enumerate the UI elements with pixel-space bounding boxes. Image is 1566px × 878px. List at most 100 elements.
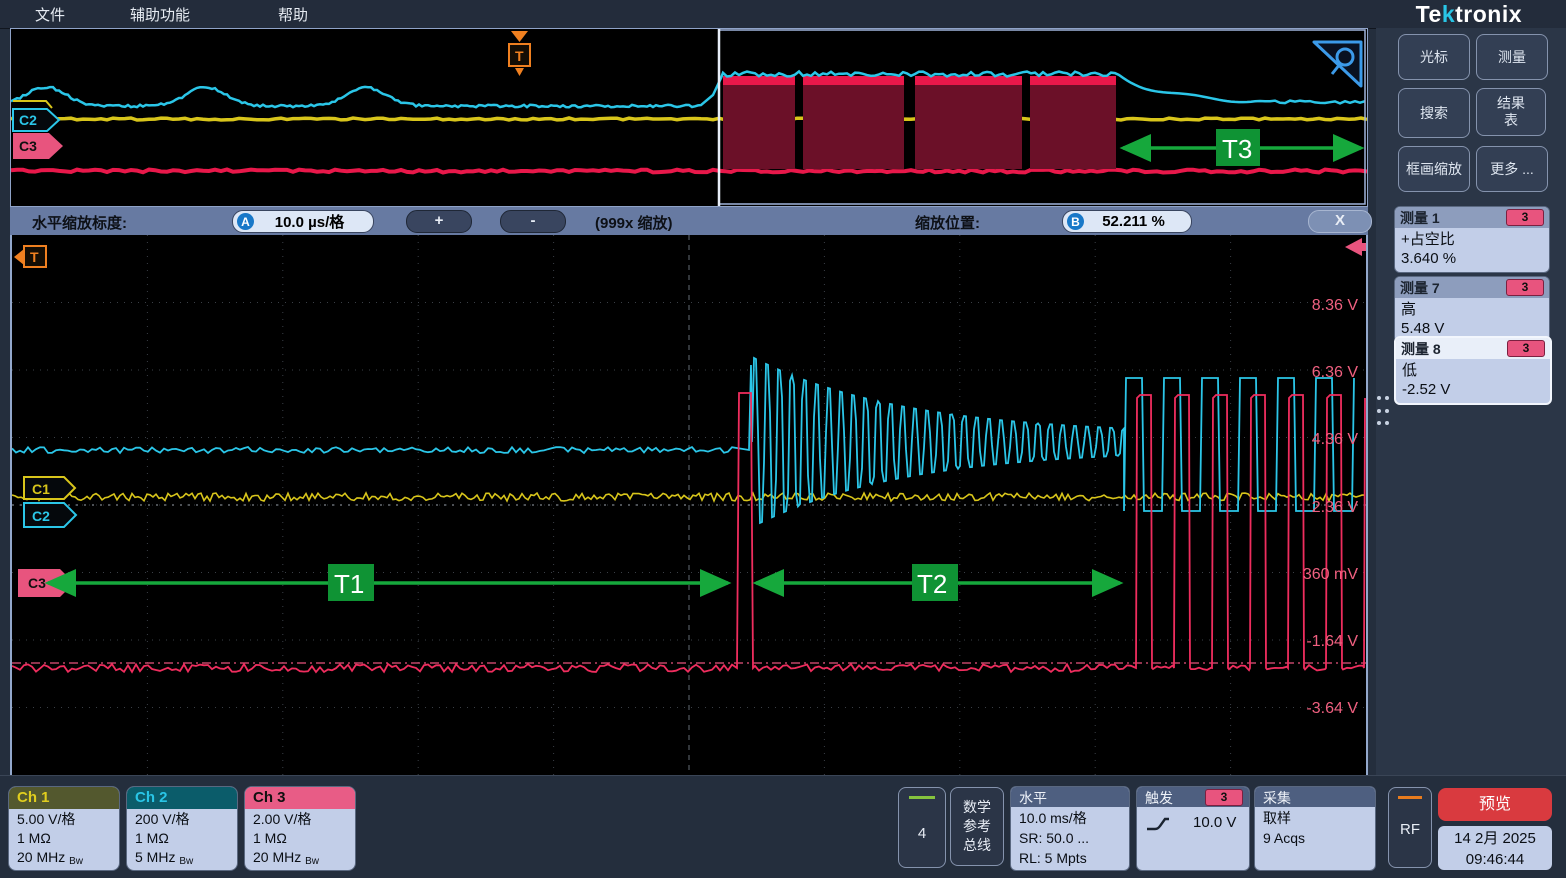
ch1-badge[interactable]: Ch 1 5.00 V/格 1 MΩ 20 MHz Bw <box>8 786 120 871</box>
zoom-out-button[interactable]: - <box>500 210 566 233</box>
ch1-badge-header: Ch 1 <box>9 787 119 809</box>
horizontal-record-length: RL: 5 Mpts <box>1019 848 1129 868</box>
trigger-title: 触发 <box>1145 788 1205 808</box>
date-label: 14 2月 2025 <box>1438 828 1552 849</box>
acquisition-badge-body: 取样 9 Acqs <box>1255 807 1375 848</box>
ch2-badge-body: 200 V/格 1 MΩ 5 MHz Bw <box>127 809 237 871</box>
trigger-position-arrow[interactable] <box>1345 238 1366 256</box>
ch4-badge[interactable]: 4 <box>898 787 946 868</box>
measurement-badge-7[interactable]: 测量 7 3 高 5.48 V <box>1394 276 1550 343</box>
overview-trigger-marker[interactable]: T <box>509 31 530 76</box>
measurement-badge-8[interactable]: 测量 8 3 低 -2.52 V <box>1394 336 1552 405</box>
menu-utility[interactable]: 辅助功能 <box>130 4 190 25</box>
horizontal-sample-rate: SR: 50.0 ... <box>1019 828 1129 848</box>
tektronix-logo: Tektronix <box>1416 1 1522 28</box>
measurement-8-title: 测量 8 <box>1401 339 1507 359</box>
overview-ch1-tag[interactable] <box>13 101 52 108</box>
ch1-scale: 5.00 V/格 <box>17 810 119 829</box>
measurement-1-name: +占空比 <box>1401 230 1543 249</box>
voltage-label-4: 360 mV <box>1303 566 1358 583</box>
ch4-color-bar <box>909 796 935 799</box>
measurement-1-body: +占空比 3.640 % <box>1395 228 1549 272</box>
measurement-8-body: 低 -2.52 V <box>1396 359 1550 403</box>
more-button[interactable]: 更多 ... <box>1476 146 1548 192</box>
main-ch1-tag[interactable]: C1 <box>24 477 75 499</box>
ch2-bandwidth: 5 MHz Bw <box>135 848 237 871</box>
overview-ch2-tag[interactable]: C2 <box>13 109 59 131</box>
zoom-in-button[interactable]: + <box>406 210 472 233</box>
zoom-position-control[interactable]: B 52.211 % <box>1062 210 1192 233</box>
draw-zoom-button[interactable]: 框画缩放 <box>1398 146 1470 192</box>
measurement-8-header: 测量 8 3 <box>1396 338 1550 359</box>
ch3-trace <box>12 393 1365 672</box>
ch3-scale: 2.00 V/格 <box>253 810 355 829</box>
time-label: 09:46:44 <box>1438 849 1552 870</box>
cursor-button[interactable]: 光标 <box>1398 34 1470 80</box>
measurement-badge-1[interactable]: 测量 1 3 +占空比 3.640 % <box>1394 206 1550 273</box>
measurement-7-name: 高 <box>1401 300 1543 319</box>
zoom-tool-icon[interactable] <box>1314 42 1361 86</box>
menu-file[interactable]: 文件 <box>35 4 65 25</box>
ch3-bw-suffix: Bw <box>305 856 319 867</box>
t2-label: T2 <box>917 569 947 599</box>
ch1-bandwidth-value: 20 MHz <box>17 849 65 865</box>
overview-pulse-blocks <box>723 76 1116 169</box>
rf-badge[interactable]: RF <box>1388 787 1432 868</box>
zoom-scale-value: 10.0 µs/格 <box>254 211 373 232</box>
zoom-position-value: 52.211 % <box>1084 213 1191 230</box>
horizontal-badge-body: 10.0 ms/格 SR: 50.0 ... RL: 5 Mpts <box>1011 807 1129 868</box>
overview-trigger-label: T <box>515 48 524 64</box>
datetime-badge: 14 2月 2025 09:46:44 <box>1438 826 1552 870</box>
acquisition-badge[interactable]: 采集 取样 9 Acqs <box>1254 786 1376 871</box>
ch1-bandwidth: 20 MHz Bw <box>17 848 119 871</box>
overview-svg: T T3 C2 C3 <box>11 29 1367 206</box>
main-waveform-display: 8.36 V 6.36 V 4.36 V 2.36 V 360 mV -1.64… <box>10 235 1368 775</box>
horizontal-badge[interactable]: 水平 10.0 ms/格 SR: 50.0 ... RL: 5 Mpts <box>1010 786 1130 871</box>
ref-label: 参考 <box>951 817 1003 836</box>
panel-divider-handle[interactable] <box>1377 396 1389 430</box>
search-button[interactable]: 搜索 <box>1398 88 1470 138</box>
voltage-label-5: -1.64 V <box>1306 633 1358 650</box>
measurement-8-value: -2.52 V <box>1402 380 1544 399</box>
menu-help[interactable]: 帮助 <box>278 4 308 25</box>
zoom-factor-label: (999x 缩放) <box>595 212 673 233</box>
horizontal-scale: 10.0 ms/格 <box>1019 808 1129 828</box>
measurement-1-value: 3.640 % <box>1401 249 1543 268</box>
t2-annotation: T2 <box>756 564 1120 601</box>
ch3-badge[interactable]: Ch 3 2.00 V/格 1 MΩ 20 MHz Bw <box>244 786 356 871</box>
main-trigger-marker[interactable]: T <box>14 246 46 267</box>
horizontal-zoom-bar: 水平缩放标度: A 10.0 µs/格 + - (999x 缩放) 缩放位置: … <box>10 207 1368 235</box>
logo-k: k <box>1442 1 1455 27</box>
measurement-7-source-badge: 3 <box>1506 279 1544 296</box>
zoom-scale-control[interactable]: A 10.0 µs/格 <box>232 210 374 233</box>
main-ch2-tag-label: C2 <box>32 508 50 524</box>
ch2-badge[interactable]: Ch 2 200 V/格 1 MΩ 5 MHz Bw <box>126 786 238 871</box>
ch4-label: 4 <box>899 825 945 842</box>
preview-button[interactable]: 预览 <box>1438 788 1552 821</box>
trigger-badge[interactable]: 触发 3 10.0 V <box>1136 786 1250 871</box>
t3-annotation: T3 <box>1123 129 1361 166</box>
overview-ch3-tag[interactable]: C3 <box>13 133 63 159</box>
ch2-scale: 200 V/格 <box>135 810 237 829</box>
t3-label: T3 <box>1222 134 1252 164</box>
t1-label: T1 <box>334 569 364 599</box>
zoom-close-button[interactable]: X <box>1308 210 1372 233</box>
main-ch2-tag[interactable]: C2 <box>24 503 76 527</box>
voltage-label-0: 8.36 V <box>1312 297 1359 314</box>
ch3-bandwidth-value: 20 MHz <box>253 849 301 865</box>
measurement-1-source-badge: 3 <box>1506 209 1544 226</box>
zoom-scale-label: 水平缩放标度: <box>32 212 127 233</box>
ch3-badge-body: 2.00 V/格 1 MΩ 20 MHz Bw <box>245 809 355 871</box>
t1-annotation: T1 <box>48 564 728 601</box>
main-trigger-label: T <box>30 249 39 265</box>
overview-ch1-trace <box>11 118 1367 120</box>
rising-edge-icon <box>1145 814 1171 832</box>
trigger-source-badge: 3 <box>1205 789 1243 806</box>
measure-button[interactable]: 测量 <box>1476 34 1548 80</box>
trigger-level: 10.0 V <box>1193 813 1236 833</box>
results-table-button[interactable]: 结果表 <box>1476 88 1546 136</box>
ch1-badge-body: 5.00 V/格 1 MΩ 20 MHz Bw <box>9 809 119 871</box>
measurement-1-header: 测量 1 3 <box>1395 207 1549 228</box>
trigger-badge-body: 10.0 V <box>1137 807 1249 833</box>
math-ref-bus-button[interactable]: 数学 参考 总线 <box>950 787 1004 866</box>
